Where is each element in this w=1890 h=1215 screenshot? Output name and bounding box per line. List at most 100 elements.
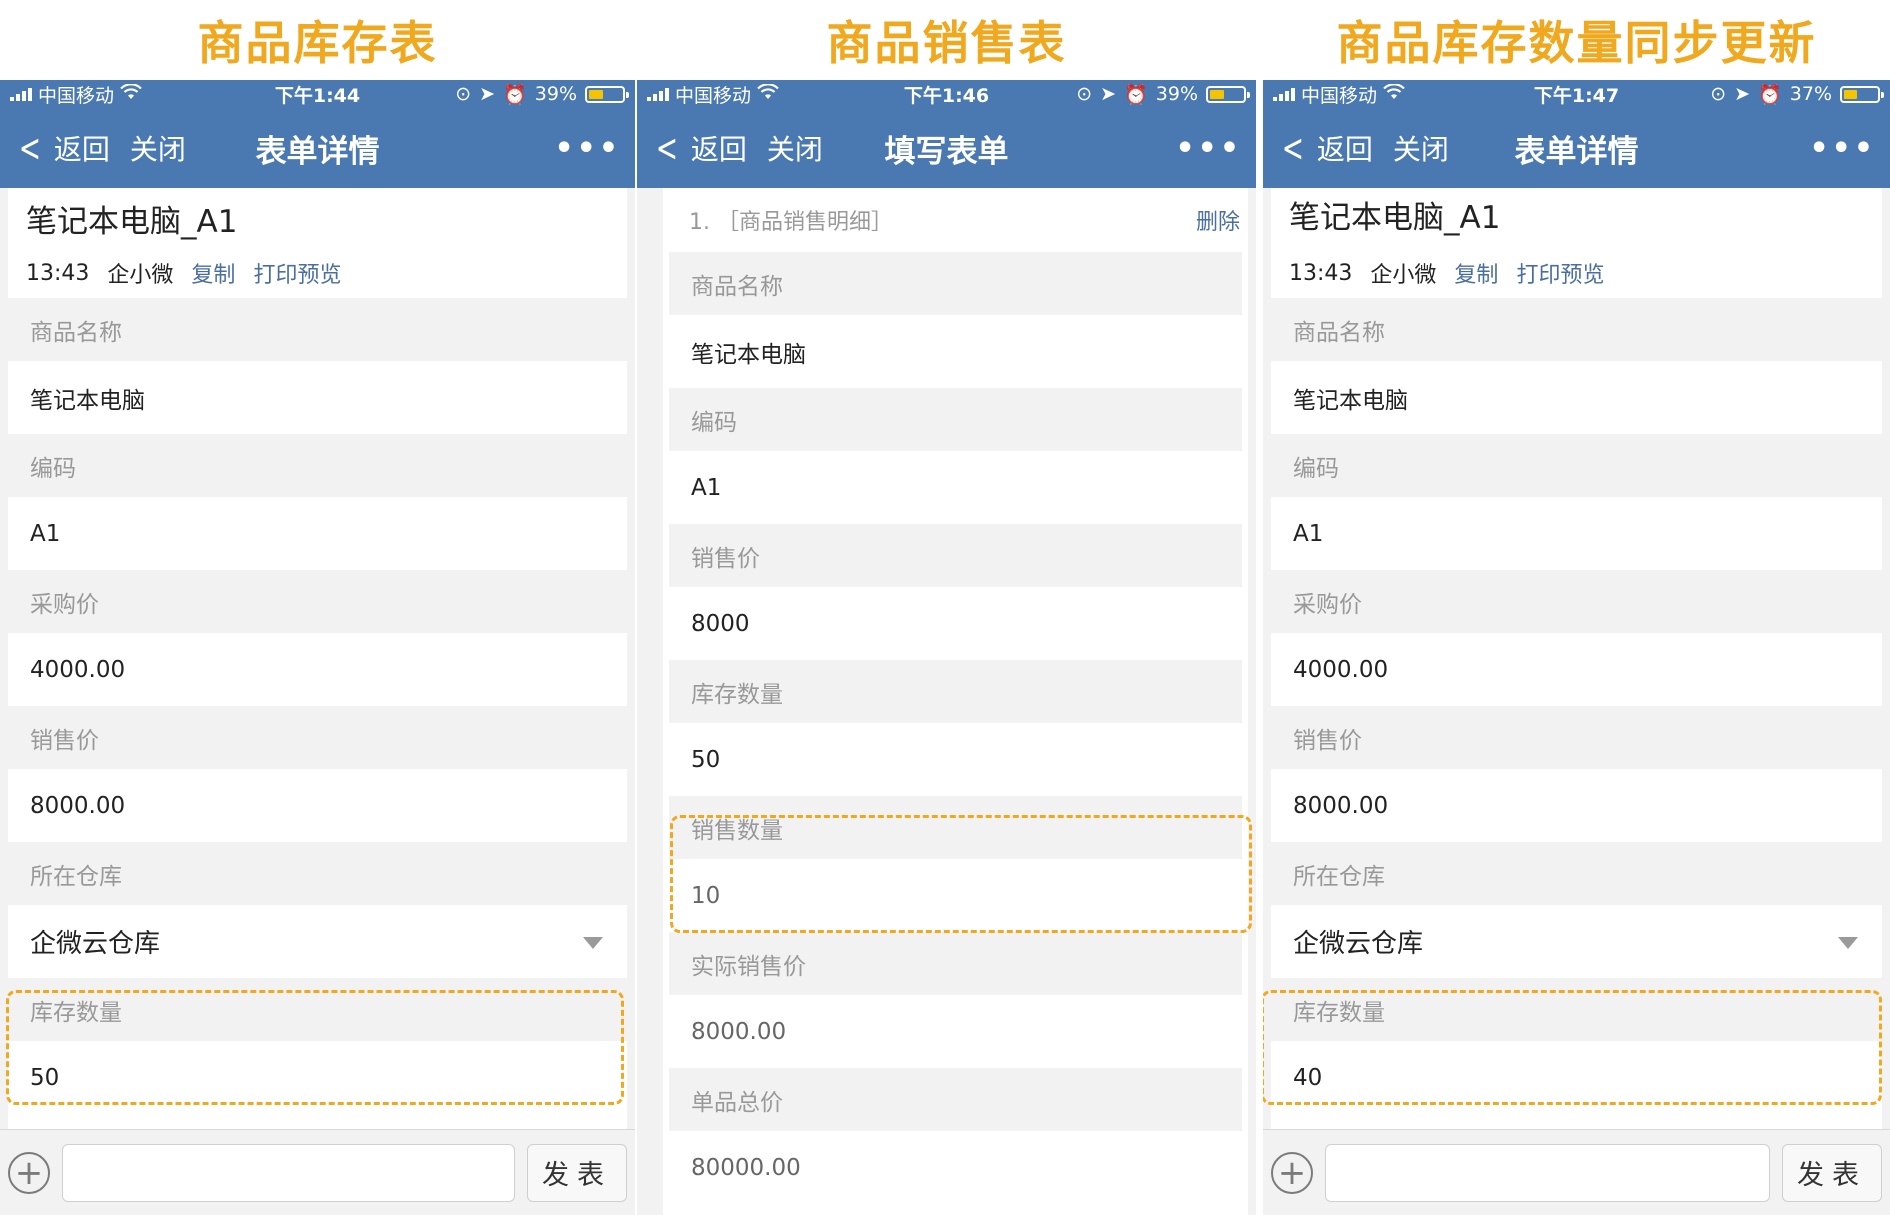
field-label: 销售价 [1271, 706, 1882, 769]
sales-form: 1. ［商品销售明细］ 删除 商品名称 笔记本电脑 编码 A1 销售价 8000… [663, 188, 1248, 1215]
back-button[interactable]: < 返回 [14, 128, 110, 168]
battery-icon [1206, 85, 1250, 103]
wifi-icon [757, 83, 779, 105]
orientation-lock-icon: ⊙ [1710, 83, 1727, 105]
comment-input[interactable] [1325, 1143, 1770, 1202]
comment-input[interactable] [62, 1143, 515, 1202]
caption-inventory-table: 商品库存表 [197, 16, 438, 70]
record-time: 13:43 [1289, 260, 1353, 286]
field-value: 4000.00 [8, 633, 627, 706]
actual-price-input[interactable]: 8000.00 [669, 995, 1242, 1068]
more-button[interactable]: ••• [1175, 131, 1242, 166]
nav-bar: < 返回 关闭 表单详情 ••• [0, 108, 635, 188]
battery-icon [1840, 85, 1884, 103]
wifi-icon [1383, 83, 1405, 105]
close-button[interactable]: 关闭 [1393, 128, 1449, 168]
carrier-label: 中国移动 [675, 84, 752, 107]
more-button[interactable]: ••• [1809, 131, 1876, 166]
record-title: 笔记本电脑_A1 [1289, 200, 1501, 236]
field-value: A1 [1271, 497, 1882, 570]
warehouse-value: 企微云仓库 [30, 929, 161, 959]
status-bar: 中国移动 下午1:47 ⊙ ➤ ⏰ 37% [1263, 80, 1890, 108]
stock-quantity-input[interactable]: 50 [669, 723, 1242, 796]
field-value: 8000.00 [8, 769, 627, 842]
more-button[interactable]: ••• [554, 131, 621, 166]
chevron-left-icon: < [655, 126, 679, 170]
print-preview-link[interactable]: 打印预览 [1516, 257, 1604, 289]
field-label: 销售价 [8, 706, 627, 769]
comment-bar: + 发表 [1263, 1129, 1890, 1215]
send-button[interactable]: 发表 [527, 1143, 627, 1202]
comparison-stage: 商品库存表 商品销售表 商品库存数量同步更新 中国移动 下午1:44 ⊙ ➤ ⏰… [0, 0, 1890, 1215]
field-label: 销售价 [669, 524, 1242, 587]
send-button[interactable]: 发表 [1782, 1143, 1882, 1202]
alarm-icon: ⏰ [503, 83, 527, 106]
wifi-icon [120, 83, 142, 105]
comment-bar: + 发表 [0, 1129, 635, 1215]
alarm-icon: ⏰ [1758, 83, 1782, 106]
record-title: 笔记本电脑_A1 [26, 204, 238, 240]
warehouse-select[interactable]: 企微云仓库 [8, 905, 627, 978]
caption-inventory-sync: 商品库存数量同步更新 [1336, 16, 1817, 70]
field-label: 商品名称 [1271, 298, 1882, 361]
form-detail: 笔记本电脑_A1 13:43 企小微 复制 打印预览 商品名称 笔记本电脑 编码… [8, 188, 627, 1129]
field-label: 商品名称 [669, 252, 1242, 315]
nav-bar: < 返回 关闭 表单详情 ••• [1263, 108, 1890, 188]
back-button[interactable]: < 返回 [651, 128, 747, 168]
location-icon: ➤ [1100, 83, 1117, 105]
battery-percent: 39% [1155, 83, 1198, 105]
field-label: 库存数量 [8, 978, 627, 1041]
field-value: A1 [8, 497, 627, 570]
carrier-label: 中国移动 [38, 84, 115, 107]
field-value: 8000.00 [1271, 769, 1882, 842]
battery-percent: 39% [534, 83, 577, 105]
field-value: 50 [8, 1041, 627, 1114]
record-user: 企小微 [1370, 263, 1437, 288]
print-preview-link[interactable]: 打印预览 [253, 257, 341, 289]
record-time: 13:43 [26, 260, 90, 286]
status-bar: 中国移动 下午1:46 ⊙ ➤ ⏰ 39% [637, 80, 1256, 108]
field-label: 库存数量 [669, 660, 1242, 723]
record-meta: 13:43 企小微 复制 打印预览 [8, 248, 627, 298]
subform-header: 1. ［商品销售明细］ 删除 [663, 188, 1248, 252]
back-label: 返回 [1316, 133, 1373, 166]
sale-quantity-input[interactable]: 10 [669, 859, 1242, 932]
copy-link[interactable]: 复制 [191, 257, 235, 289]
field-label: 单品总价 [669, 1068, 1242, 1131]
field-label: 采购价 [1271, 570, 1882, 633]
plus-button[interactable]: + [1271, 1151, 1313, 1194]
field-label: 销售数量 [669, 796, 1242, 859]
phone-sales-form: 中国移动 下午1:46 ⊙ ➤ ⏰ 39% < 返回 关闭 填写表单 ••• 1… [637, 80, 1256, 1215]
location-icon: ➤ [1734, 83, 1751, 105]
record-meta: 13:43 企小微 复制 打印预览 [1271, 248, 1882, 298]
back-label: 返回 [53, 133, 110, 166]
field-value: 4000.00 [1271, 633, 1882, 706]
total-price-input[interactable]: 80000.00 [669, 1131, 1242, 1204]
code-input[interactable]: A1 [669, 451, 1242, 524]
sale-price-input[interactable]: 8000 [669, 587, 1242, 660]
product-name-input[interactable]: 笔记本电脑 [669, 315, 1242, 388]
alarm-icon: ⏰ [1124, 83, 1148, 106]
signal-icon [647, 87, 669, 101]
back-label: 返回 [690, 133, 747, 166]
signal-icon [10, 87, 32, 101]
battery-icon [585, 85, 629, 103]
form-detail: 笔记本电脑_A1 13:43 企小微 复制 打印预览 商品名称 笔记本电脑 编码… [1271, 188, 1882, 1129]
field-value: 笔记本电脑 [8, 361, 627, 434]
orientation-lock-icon: ⊙ [1076, 83, 1093, 105]
delete-link[interactable]: 删除 [1196, 204, 1240, 236]
close-button[interactable]: 关闭 [767, 128, 823, 168]
field-label: 编码 [1271, 434, 1882, 497]
warehouse-select[interactable]: 企微云仓库 [1271, 905, 1882, 978]
warehouse-value: 企微云仓库 [1293, 929, 1424, 959]
copy-link[interactable]: 复制 [1454, 257, 1498, 289]
record-user: 企小微 [107, 263, 174, 288]
location-icon: ➤ [479, 83, 496, 105]
close-button[interactable]: 关闭 [130, 128, 186, 168]
dropdown-caret-icon [1838, 936, 1858, 949]
orientation-lock-icon: ⊙ [455, 83, 472, 105]
back-button[interactable]: < 返回 [1277, 128, 1373, 168]
plus-button[interactable]: + [8, 1151, 50, 1194]
carrier-label: 中国移动 [1301, 84, 1378, 107]
caption-sales-table: 商品销售表 [826, 16, 1067, 70]
